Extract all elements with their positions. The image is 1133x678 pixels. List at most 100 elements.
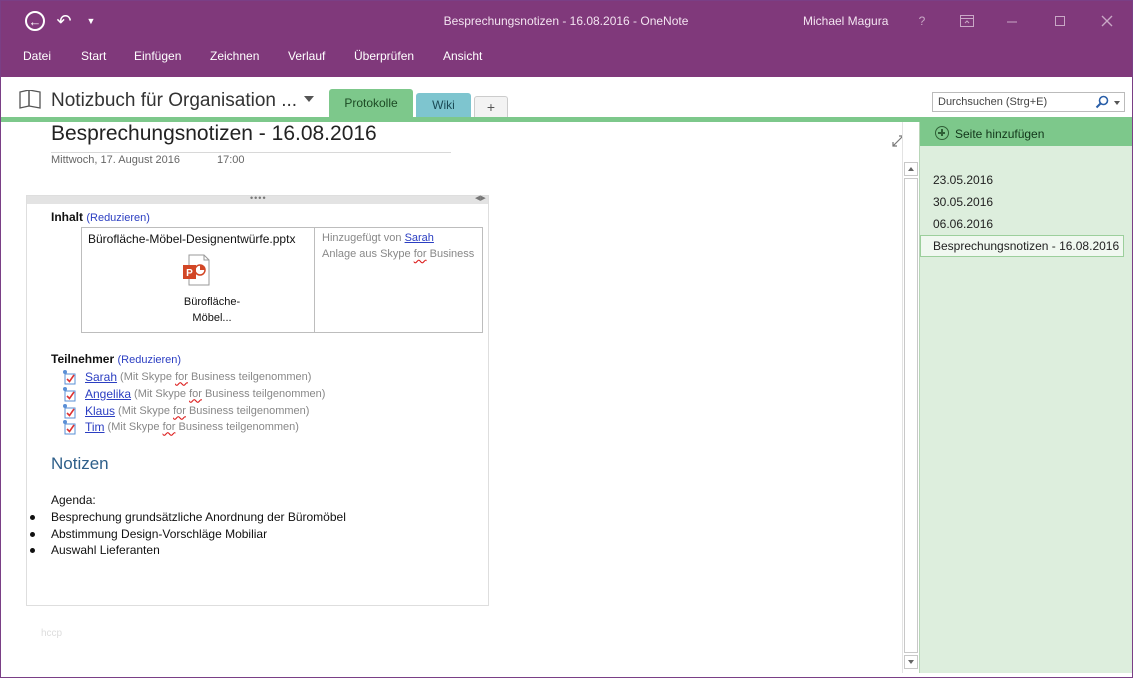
participant-note-prefix: (Mit Skype (107, 420, 160, 433)
customize-quick-access-icon: ▼ (86, 16, 96, 26)
participant-note-for: for (162, 420, 176, 433)
page-date[interactable]: Mittwoch, 17. August 2016 (51, 154, 180, 166)
page-list-item[interactable]: 23.05.2016 (920, 169, 1124, 191)
search-box[interactable]: Durchsuchen (Strg+E) (932, 92, 1125, 112)
svg-text:P: P (186, 268, 193, 279)
participant-note-prefix: (Mit Skype (120, 370, 172, 383)
add-page-button[interactable]: Seite hinzufügen (920, 122, 1132, 146)
plus-circle-icon (935, 126, 949, 140)
agenda-item-text: Abstimmung Design-Vorschläge Mobiliar (51, 527, 268, 541)
section-tab-protokolle[interactable]: Protokolle (329, 89, 413, 117)
participant-checkbox-icon[interactable] (61, 419, 77, 435)
agenda-item[interactable]: Besprechung grundsätzliche Anordnung der… (30, 510, 346, 524)
menu-zeichnen[interactable]: Zeichnen (210, 49, 259, 63)
participant-checkbox-icon[interactable] (61, 386, 77, 402)
participants-heading-label: Teilnehmer (51, 352, 115, 366)
undo-icon: ↶ (56, 10, 72, 31)
window-title: Besprechungsnotizen - 16.08.2016 - OneNo… (443, 14, 689, 28)
agenda-item-text: Auswahl Lieferanten (51, 543, 160, 557)
scroll-thumb[interactable] (904, 178, 918, 653)
participant-note-suffix: Business teilgenommen) (190, 370, 312, 383)
pages-pane: Seite hinzufügen 23.05.2016 30.05.2016 0… (919, 122, 1132, 673)
menu-ansicht[interactable]: Ansicht (443, 49, 482, 63)
page-list-item-selected[interactable]: Besprechungsnotizen - 16.08.2016 (920, 235, 1124, 257)
search-placeholder: Durchsuchen (Strg+E) (938, 96, 1048, 108)
participant-note-suffix: Business teilgenommen) (178, 420, 299, 433)
agenda-item[interactable]: Auswahl Lieferanten (30, 543, 160, 557)
participant-row: Angelika (Mit Skype for Business teilgen… (61, 385, 325, 402)
participants-heading: Teilnehmer (Reduzieren) (51, 352, 181, 366)
participants-collapse-link[interactable]: (Reduzieren) (117, 354, 181, 366)
add-section-button[interactable]: + (474, 96, 508, 117)
powerpoint-file-icon[interactable]: P (182, 254, 210, 286)
participant-note-prefix: (Mit Skype (134, 387, 186, 400)
attachment-added-by: Hinzugefügt von Sarah (322, 232, 434, 244)
ribbon-tabs: Datei Start Einfügen Zeichnen Verlauf Üb… (1, 41, 1132, 77)
participant-name-angelika[interactable]: Angelika (85, 387, 131, 401)
container-move-bar[interactable]: •••• ◀▶ (27, 193, 488, 204)
page-scrollbar[interactable] (902, 122, 919, 673)
page-title[interactable]: Besprechungsnotizen - 16.08.2016 (51, 122, 377, 146)
help-button[interactable]: ? (907, 11, 937, 31)
menu-verlauf[interactable]: Verlauf (288, 49, 325, 63)
participant-note-suffix: Business teilgenommen) (204, 387, 326, 400)
page-list-item[interactable]: 30.05.2016 (920, 191, 1124, 213)
faint-ink-text: hccp (41, 628, 63, 639)
menu-start[interactable]: Start (81, 49, 106, 63)
participant-checkbox-icon[interactable] (61, 403, 77, 419)
page-canvas[interactable]: Besprechungsnotizen - 16.08.2016 Mittwoc… (1, 122, 904, 673)
menu-ueberpruefen[interactable]: Überprüfen (354, 49, 414, 63)
ribbon-display-icon (960, 15, 974, 27)
minimize-button[interactable] (997, 11, 1027, 31)
magnifier-icon[interactable] (1095, 95, 1109, 109)
participant-name-sarah[interactable]: Sarah (85, 370, 117, 384)
page-list-item[interactable]: 06.06.2016 (920, 213, 1124, 235)
search-scope-dropdown-icon[interactable] (1114, 101, 1120, 105)
user-name[interactable]: Michael Magura (803, 14, 888, 28)
note-container[interactable]: •••• ◀▶ Inhalt (Reduzieren) Bürofläche- M… (26, 193, 489, 606)
content-heading: Inhalt (Reduzieren) (51, 210, 150, 224)
bullet-icon (30, 532, 35, 537)
participant-name-klaus[interactable]: Klaus (85, 404, 115, 418)
participant-name-tim[interactable]: Tim (85, 420, 105, 434)
participant-note-suffix: Business teilgenommen) (188, 404, 310, 417)
content-collapse-link[interactable]: (Reduzieren) (86, 212, 150, 224)
source-for: for (413, 248, 427, 260)
agenda-label[interactable]: Agenda: (51, 493, 96, 507)
section-tab-wiki[interactable]: Wiki (416, 93, 471, 117)
notebook-dropdown-icon[interactable] (304, 96, 314, 102)
attachment-source: Anlage aus Skype for Business (322, 248, 474, 260)
notes-heading[interactable]: Notizen (51, 454, 109, 474)
maximize-button[interactable] (1045, 11, 1075, 31)
menu-datei[interactable]: Datei (23, 49, 51, 63)
added-by-link[interactable]: Sarah (405, 232, 434, 244)
participant-row: Tim (Mit Skype for Business teilgenommen… (61, 418, 299, 435)
notebook-icon[interactable] (18, 90, 42, 110)
back-button[interactable]: ← (23, 9, 47, 33)
table-divider (314, 228, 315, 332)
participant-note-prefix: (Mit Skype (118, 404, 170, 417)
agenda-item[interactable]: Abstimmung Design-Vorschläge Mobiliar (30, 527, 268, 541)
onenote-window: ← ↶ ▼ Besprechungsnotizen - 16.08.2016 -… (0, 0, 1133, 678)
resize-arrows-icon[interactable]: ◀▶ (475, 194, 486, 202)
menu-einfuegen[interactable]: Einfügen (134, 49, 181, 63)
ribbon-display-options-button[interactable] (952, 11, 982, 31)
undo-button[interactable]: ↶ (53, 9, 75, 33)
scroll-up-button[interactable] (904, 162, 918, 176)
participant-row: Sarah (Mit Skype for Business teilgenomm… (61, 368, 311, 385)
added-by-prefix: Hinzugefügt von (322, 232, 402, 244)
customize-quick-access-button[interactable]: ▼ (83, 9, 99, 33)
close-button[interactable] (1092, 11, 1122, 31)
attachment-caption-line2[interactable]: Möbel... (142, 312, 282, 324)
grip-icon: •••• (250, 193, 267, 203)
page-time[interactable]: 17:00 (217, 154, 245, 166)
scroll-down-button[interactable] (904, 655, 918, 669)
attachment-caption-line1[interactable]: Bürofläche- (142, 296, 282, 308)
bullet-icon (30, 515, 35, 520)
notebook-name[interactable]: Notizbuch für Organisation ... (51, 90, 297, 112)
participant-checkbox-icon[interactable] (61, 369, 77, 385)
maximize-icon (1055, 16, 1065, 26)
help-icon: ? (918, 14, 926, 28)
notebook-bar: Notizbuch für Organisation ... Protokoll… (1, 77, 1132, 117)
participant-note-for: for (189, 387, 202, 400)
